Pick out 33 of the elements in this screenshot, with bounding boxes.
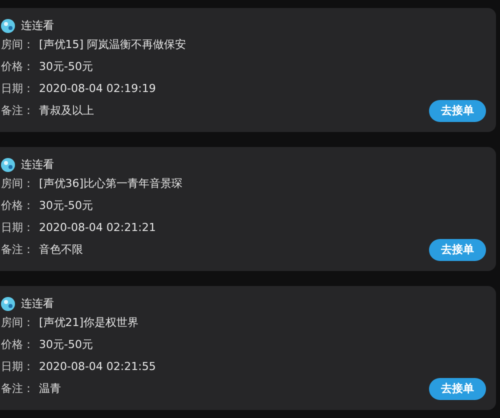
field-value: 温青 [39, 380, 61, 397]
app-name: 连连看 [21, 156, 54, 173]
field-value: 30元-50元 [39, 198, 93, 214]
app-logo-icon [1, 158, 15, 172]
accept-order-button[interactable]: 去接单 [429, 100, 486, 122]
field-value: 30元-50元 [39, 336, 93, 353]
field-label: 备注： [1, 242, 35, 258]
field-value: 2020-08-04 02:21:21 [39, 220, 156, 236]
accept-order-button[interactable]: 去接单 [429, 239, 486, 261]
field-label: 备注： [1, 102, 35, 119]
field-label: 日期： [1, 80, 35, 97]
field-label: 日期： [1, 220, 35, 236]
field-value: 30元-50元 [39, 58, 93, 75]
app-logo-icon [1, 19, 15, 33]
field-value: 音色不限 [39, 242, 83, 258]
field-label: 日期： [1, 358, 35, 375]
field-value: [声优21]你是权世界 [39, 314, 139, 331]
app-name: 连连看 [21, 18, 54, 34]
field-value: [声优15] 阿岚温衡不再做保安 [39, 36, 186, 53]
app-name: 连连看 [21, 296, 54, 312]
field-value: [声优36]比心第一青年音景琛 [39, 176, 183, 192]
accept-order-button[interactable]: 去接单 [429, 378, 486, 400]
field-value: 青叔及以上 [39, 102, 94, 119]
field-label: 房间： [1, 36, 35, 53]
field-label: 价格： [1, 198, 35, 214]
field-value: 2020-08-04 02:19:19 [39, 80, 156, 97]
field-value: 2020-08-04 02:21:55 [39, 358, 156, 375]
field-label: 备注： [1, 380, 35, 397]
field-label: 价格： [1, 336, 35, 353]
app-logo-icon [1, 297, 15, 311]
field-label: 价格： [1, 58, 35, 75]
field-label: 房间： [1, 314, 35, 331]
field-label: 房间： [1, 176, 35, 192]
